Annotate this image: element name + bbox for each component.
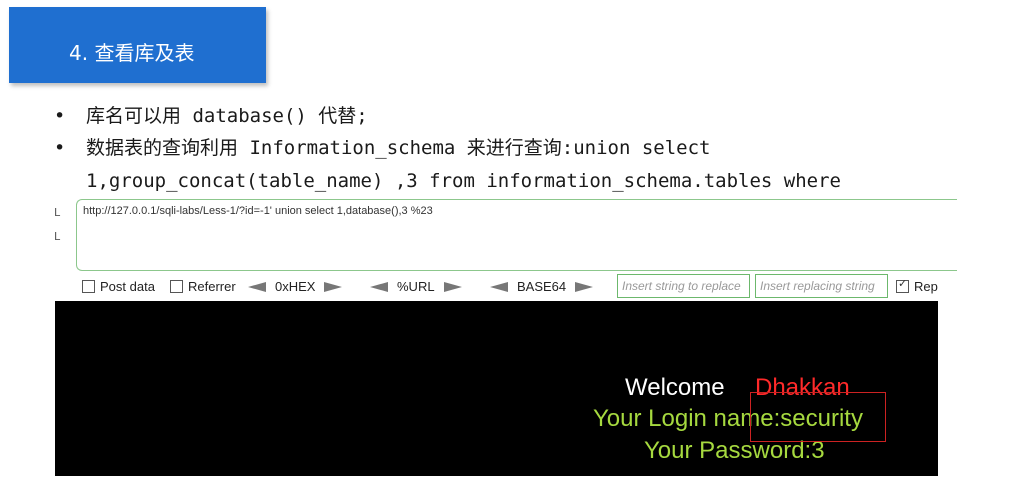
url-textarea[interactable]: http://127.0.0.1/sqli-labs/Less-1/?id=-1… — [76, 199, 957, 271]
welcome-text: Welcome — [625, 374, 725, 401]
referrer-label: Referrer — [188, 279, 236, 294]
arrow-left-icon[interactable] — [370, 281, 388, 292]
bullet-marker: • — [54, 105, 66, 127]
bullet-continuation: 1,group_concat(table_name) ,3 from infor… — [54, 164, 1014, 198]
arrow-right-icon[interactable] — [324, 281, 343, 292]
bullet-item: • 数据表的查询利用 Information_schema 来进行查询:unio… — [54, 132, 1014, 164]
result-page: Welcome Dhakkan Your Login name:security… — [55, 301, 938, 476]
hex-label: 0xHEX — [275, 279, 316, 294]
hackbar-toolbar: Post data Referrer 0xHEX %URL BASE64 Ins… — [78, 274, 938, 298]
url-enc-label: %URL — [397, 279, 435, 294]
url-encoder[interactable]: %URL — [370, 279, 462, 294]
base64-label: BASE64 — [517, 279, 567, 294]
arrow-left-icon[interactable] — [490, 281, 508, 292]
slide-title-box: 4. 查看库及表 — [9, 7, 266, 83]
post-data-label: Post data — [100, 279, 155, 294]
post-data-checkbox[interactable]: Post data — [82, 279, 155, 294]
bullet-text: 数据表的查询利用 Information_schema 来进行查询:union … — [86, 137, 711, 159]
base64-encoder[interactable]: BASE64 — [490, 279, 594, 294]
side-label: L — [54, 230, 61, 243]
bullet-item: • 库名可以用 database() 代替; — [54, 100, 1014, 132]
slide-bullets: • 库名可以用 database() 代替; • 数据表的查询利用 Inform… — [54, 100, 1014, 198]
bullet-marker: • — [54, 137, 66, 159]
highlight-box — [750, 392, 886, 442]
slide-title: 4. 查看库及表 — [69, 41, 195, 65]
arrow-right-icon[interactable] — [443, 281, 462, 292]
replace-all-checkbox[interactable]: ✓ Rep — [896, 278, 938, 294]
url-text: http://127.0.0.1/sqli-labs/Less-1/?id=-1… — [83, 205, 433, 217]
insert-string-to-replace-input[interactable]: Insert string to replace — [617, 274, 750, 298]
side-label: L — [54, 206, 61, 219]
insert-replacing-string-input[interactable]: Insert replacing string — [755, 274, 888, 298]
bullet-continuation-text: 1,group_concat(table_name) ,3 from infor… — [86, 170, 841, 192]
checkbox-box[interactable] — [170, 280, 183, 293]
referrer-checkbox[interactable]: Referrer — [170, 279, 236, 294]
checkbox-checked-icon[interactable]: ✓ — [896, 278, 909, 293]
arrow-right-icon[interactable] — [575, 281, 594, 292]
hex-encoder[interactable]: 0xHEX — [248, 279, 343, 294]
checkbox-box[interactable] — [82, 280, 95, 293]
bullet-text: 库名可以用 database() 代替; — [86, 105, 368, 127]
arrow-left-icon[interactable] — [248, 281, 266, 292]
replace-all-label: Rep — [914, 279, 938, 294]
